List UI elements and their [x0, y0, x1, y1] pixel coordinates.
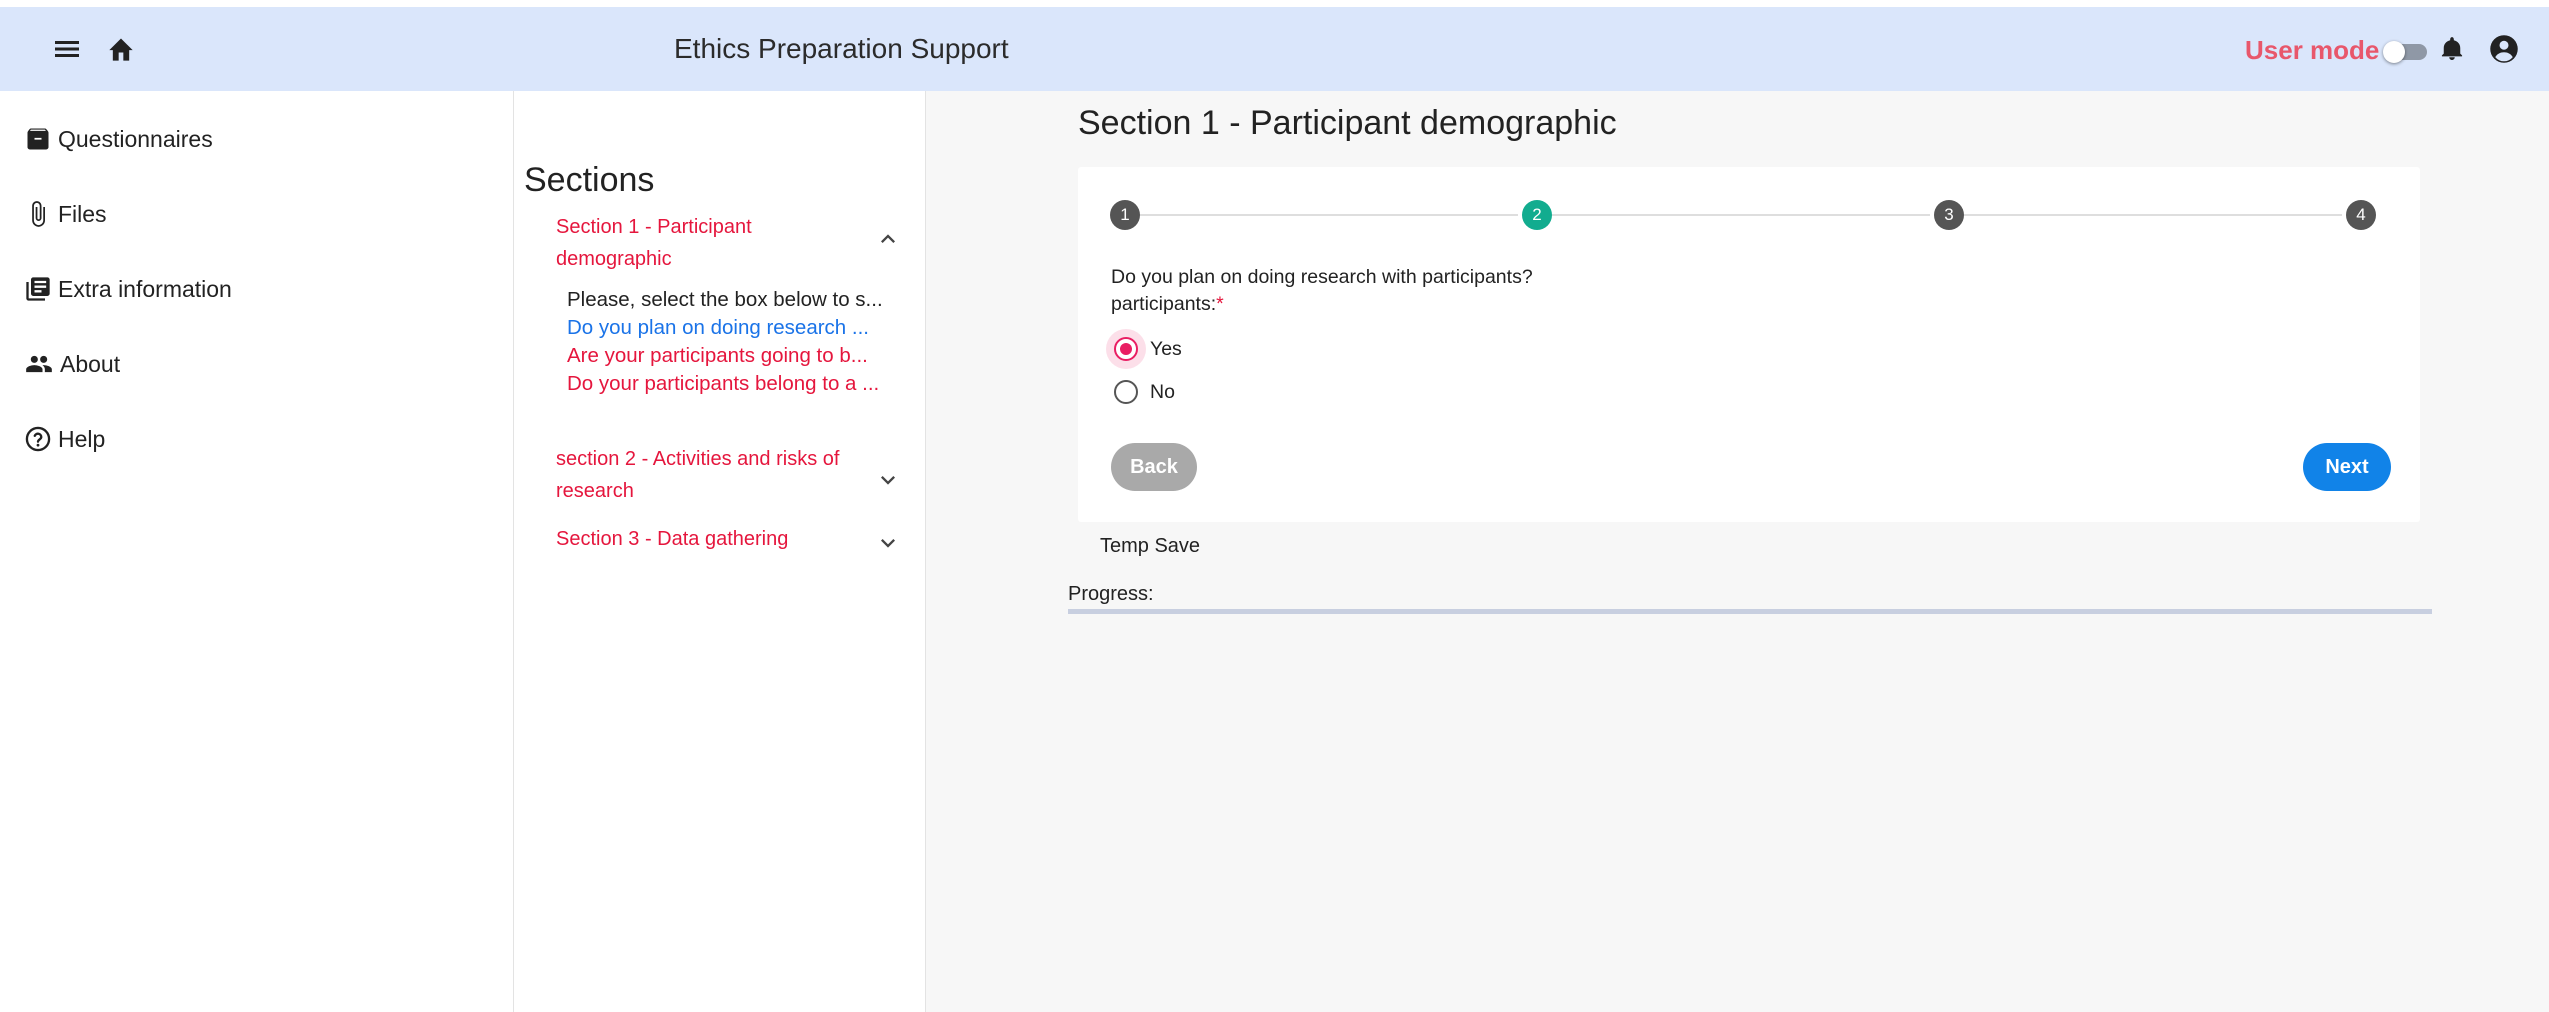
menu-button[interactable]	[46, 28, 88, 70]
radio-option-yes[interactable]: Yes	[1108, 329, 1308, 369]
next-button[interactable]: Next	[2303, 443, 2391, 491]
bell-icon	[2441, 37, 2463, 60]
question-line: participants:*	[1111, 291, 1533, 318]
account-circle-icon	[2490, 35, 2518, 63]
stepper-connector	[1964, 214, 2342, 216]
radio-option-no[interactable]: No	[1108, 372, 1308, 412]
nav-item-label: Help	[58, 425, 106, 452]
paperclip-icon	[32, 201, 45, 227]
home-icon	[109, 38, 133, 61]
temp-save-button[interactable]: Temp Save	[1100, 535, 1200, 558]
top-app-bar: Ethics Preparation Support User mode	[0, 7, 2549, 91]
section-question-item[interactable]: Are your participants going to b...	[567, 344, 907, 368]
people-icon	[26, 355, 52, 373]
section-question-item[interactable]: Do your participants belong to a ...	[567, 372, 907, 396]
radio-button-checked[interactable]	[1114, 337, 1138, 361]
user-mode-label: User mode	[2245, 35, 2380, 65]
back-button[interactable]: Back	[1111, 443, 1197, 491]
section-title: Section 1 - Participant demographic	[1078, 104, 1617, 142]
home-button[interactable]	[100, 28, 142, 70]
notifications-button[interactable]	[2431, 28, 2473, 70]
step-indicator[interactable]: 4	[2346, 200, 2376, 230]
nav-item-label: Questionnaires	[58, 125, 213, 152]
help-circle-icon	[25, 426, 51, 452]
section-header-2[interactable]: section 2 - Activities and risks of rese…	[556, 443, 856, 507]
archive-box-icon	[27, 128, 49, 150]
sections-panel: Sections Section 1 - Participant demogra…	[514, 91, 926, 1012]
question-text: Do you plan on doing research with parti…	[1111, 264, 1533, 318]
stepper-connector	[1552, 214, 1930, 216]
chevron-up-icon[interactable]	[874, 225, 902, 253]
menu-icon	[55, 41, 79, 57]
sections-title: Sections	[524, 161, 655, 199]
section-question-item[interactable]: Please, select the box below to s...	[567, 288, 907, 312]
nav-item-label: Files	[58, 200, 107, 227]
nav-drawer: Questionnaires Files Extra information A…	[0, 91, 514, 1012]
library-books-icon	[26, 277, 50, 301]
question-card: 1 2 3 4 Do you plan on doing research wi…	[1078, 167, 2420, 522]
main-content: Section 1 - Participant demographic 1 2 …	[926, 91, 2549, 1012]
nav-item-label: Extra information	[58, 275, 232, 302]
progress-bar	[1068, 609, 2432, 614]
radio-button[interactable]	[1114, 380, 1138, 404]
section-header-3[interactable]: Section 3 - Data gathering	[556, 523, 856, 555]
radio-label: No	[1150, 380, 1175, 403]
nav-item-help[interactable]: Help	[24, 415, 105, 463]
nav-item-files[interactable]: Files	[24, 190, 107, 238]
section-header-1[interactable]: Section 1 - Participant demographic	[556, 211, 856, 275]
nav-item-about[interactable]: About	[24, 340, 120, 388]
app-title: Ethics Preparation Support	[674, 33, 1009, 64]
section-question-item[interactable]: Do you plan on doing research ...	[567, 316, 907, 340]
user-mode-toggle[interactable]	[2383, 41, 2427, 63]
chevron-down-icon[interactable]	[874, 529, 902, 557]
question-sub-label: participants:	[1111, 293, 1217, 315]
nav-item-extra-information[interactable]: Extra information	[24, 265, 232, 313]
nav-item-questionnaires[interactable]: Questionnaires	[24, 115, 213, 163]
question-line: Do you plan on doing research with parti…	[1111, 266, 1533, 288]
stepper-connector	[1140, 214, 1518, 216]
required-marker: *	[1216, 293, 1224, 315]
step-indicator-active[interactable]: 2	[1522, 200, 1552, 230]
radio-label: Yes	[1150, 337, 1182, 360]
step-indicator[interactable]: 3	[1934, 200, 1964, 230]
progress-label: Progress:	[1068, 583, 1154, 605]
step-indicator[interactable]: 1	[1110, 200, 1140, 230]
chevron-down-icon[interactable]	[874, 466, 902, 494]
toggle-thumb	[2383, 41, 2405, 63]
account-button[interactable]	[2483, 28, 2525, 70]
nav-item-label: About	[60, 350, 121, 377]
